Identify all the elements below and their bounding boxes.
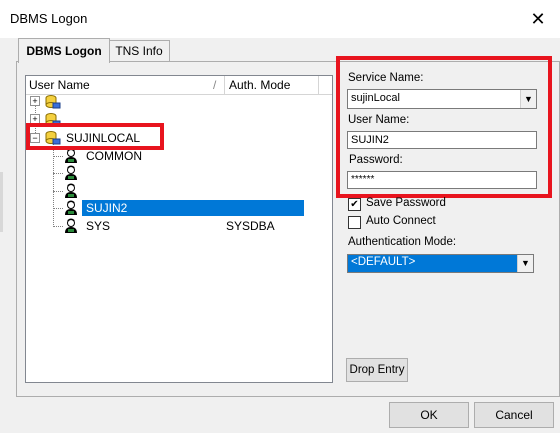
tree-user-label-selected[interactable]: SUJIN2 — [86, 201, 127, 215]
expand-icon[interactable]: + — [30, 96, 40, 106]
user-icon — [65, 183, 77, 198]
window-title: DBMS Logon — [10, 11, 88, 26]
connection-tree[interactable]: User Name / Auth. Mode + + − SUJINLOCAL … — [25, 75, 333, 383]
tab-dbms-logon[interactable]: DBMS Logon — [18, 38, 110, 63]
tree-user-label[interactable]: COMMON — [86, 149, 142, 163]
auto-connect-label[interactable]: Auto Connect — [366, 215, 436, 227]
column-user-name[interactable]: User Name — [29, 78, 90, 92]
database-icon — [45, 95, 61, 109]
tree-connector — [53, 156, 63, 157]
column-divider[interactable] — [224, 76, 225, 94]
annotation-highlight-service — [26, 123, 164, 150]
user-icon — [65, 165, 77, 180]
auto-connect-checkbox[interactable] — [348, 216, 361, 229]
user-icon — [65, 148, 77, 163]
tree-connector — [53, 208, 63, 209]
tree-connector — [53, 226, 63, 227]
sort-indicator-icon: / — [213, 78, 217, 92]
tree-user-auth: SYSDBA — [226, 219, 275, 233]
tree-user-label[interactable]: SYS — [86, 219, 110, 233]
tree-connector — [53, 173, 63, 174]
tree-connector — [53, 140, 54, 227]
drop-entry-button[interactable]: Drop Entry — [346, 358, 408, 382]
user-icon — [65, 218, 77, 233]
tree-connector — [53, 191, 63, 192]
auth-mode-value: <DEFAULT> — [351, 256, 416, 268]
column-divider[interactable] — [318, 76, 319, 94]
user-icon — [65, 200, 77, 215]
background-window-edge — [0, 172, 3, 232]
tab-tns-info[interactable]: TNS Info — [108, 40, 170, 61]
auth-mode-combobox[interactable]: <DEFAULT> ▼ — [347, 254, 534, 273]
auth-mode-label: Authentication Mode: — [348, 236, 457, 248]
cancel-button[interactable]: Cancel — [474, 402, 554, 428]
column-auth-mode[interactable]: Auth. Mode — [229, 78, 290, 92]
save-password-checkbox[interactable]: ✔ — [348, 198, 361, 211]
chevron-down-icon[interactable]: ▼ — [517, 255, 533, 272]
annotation-highlight-form — [336, 56, 552, 198]
close-icon[interactable]: ✕ — [527, 8, 549, 30]
save-password-label[interactable]: Save Password — [366, 197, 446, 209]
ok-button[interactable]: OK — [389, 402, 469, 428]
